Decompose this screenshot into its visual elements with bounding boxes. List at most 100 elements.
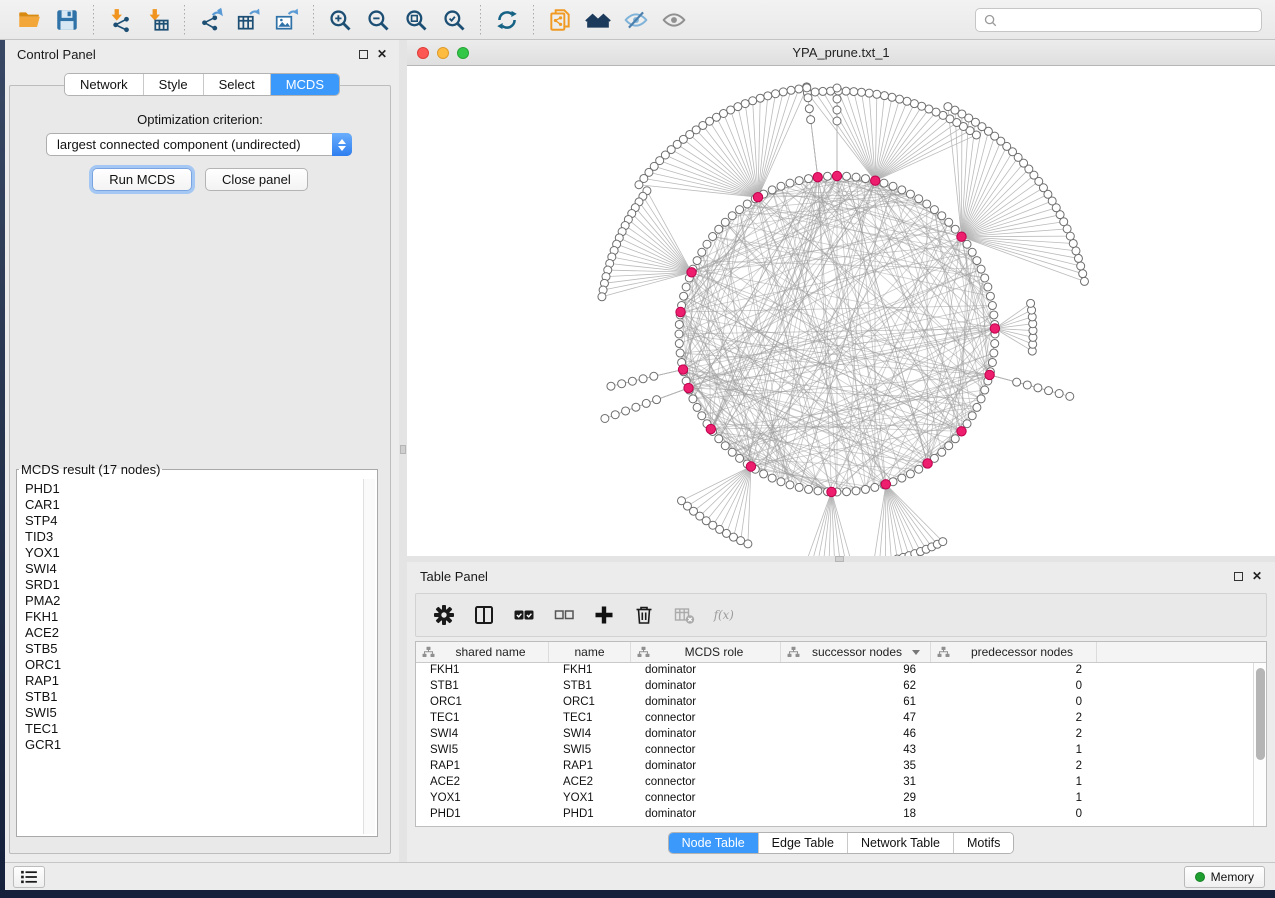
graph-node[interactable] xyxy=(777,478,785,486)
graph-node[interactable] xyxy=(944,103,952,111)
graph-node[interactable] xyxy=(611,411,619,419)
zoom-in-button[interactable] xyxy=(323,4,357,36)
result-scrollbar[interactable] xyxy=(363,479,375,834)
graph-node[interactable] xyxy=(945,218,953,226)
graph-node[interactable] xyxy=(680,292,688,300)
select-all-button[interactable] xyxy=(512,604,535,627)
mcds-result-item[interactable]: SWI5 xyxy=(25,705,363,721)
first-neighbors-button[interactable] xyxy=(581,4,615,36)
hide-selected-icon[interactable] xyxy=(619,4,653,36)
graph-node[interactable] xyxy=(973,257,981,265)
table-row[interactable]: YOX1YOX1connector291 xyxy=(416,791,1253,807)
export-table-button[interactable] xyxy=(232,4,266,36)
graph-hub-node[interactable] xyxy=(832,171,841,180)
tab-network-table[interactable]: Network Table xyxy=(847,833,953,853)
graph-node[interactable] xyxy=(814,487,822,495)
graph-node[interactable] xyxy=(865,89,873,97)
graph-node[interactable] xyxy=(861,485,869,493)
graph-node[interactable] xyxy=(795,177,803,185)
graph-node[interactable] xyxy=(1069,239,1077,247)
graph-node[interactable] xyxy=(910,100,918,108)
graph-node[interactable] xyxy=(622,407,630,415)
graph-hub-node[interactable] xyxy=(957,232,966,241)
graph-node[interactable] xyxy=(852,173,860,181)
mcds-result-item[interactable]: PHD1 xyxy=(25,481,363,497)
graph-node[interactable] xyxy=(639,375,647,383)
mcds-result-item[interactable]: GCR1 xyxy=(25,737,363,753)
graph-node[interactable] xyxy=(861,175,869,183)
graph-node[interactable] xyxy=(951,435,959,443)
graph-node[interactable] xyxy=(736,454,744,462)
graph-node[interactable] xyxy=(768,186,776,194)
graph-node[interactable] xyxy=(607,382,615,390)
graph-node[interactable] xyxy=(601,414,609,422)
close-panel-button[interactable]: Close panel xyxy=(205,168,308,191)
run-mcds-button[interactable]: Run MCDS xyxy=(92,168,192,191)
graph-node[interactable] xyxy=(1013,378,1021,386)
mcds-result-item[interactable]: CAR1 xyxy=(25,497,363,513)
splitter-grip[interactable] xyxy=(400,445,406,454)
graph-node[interactable] xyxy=(709,233,717,241)
close-panel-icon[interactable]: ✕ xyxy=(1252,570,1262,582)
mcds-result-item[interactable]: STP4 xyxy=(25,513,363,529)
graph-node[interactable] xyxy=(833,84,841,92)
delete-column-button[interactable] xyxy=(632,604,655,627)
zoom-out-button[interactable] xyxy=(361,4,395,36)
graph-node[interactable] xyxy=(819,87,827,95)
graph-hub-node[interactable] xyxy=(990,324,999,333)
graph-node[interactable] xyxy=(703,240,711,248)
graph-hub-node[interactable] xyxy=(684,383,693,392)
graph-node[interactable] xyxy=(977,265,985,273)
deselect-all-button[interactable] xyxy=(552,604,575,627)
graph-hub-node[interactable] xyxy=(746,462,755,471)
add-column-button[interactable] xyxy=(592,604,615,627)
graph-node[interactable] xyxy=(786,179,794,187)
graph-node[interactable] xyxy=(918,102,926,110)
graph-node[interactable] xyxy=(805,485,813,493)
graph-node[interactable] xyxy=(973,403,981,411)
graph-node[interactable] xyxy=(1027,299,1035,307)
graph-node[interactable] xyxy=(1080,277,1088,285)
import-network-button[interactable] xyxy=(103,4,137,36)
graph-node[interactable] xyxy=(951,225,959,233)
graph-node[interactable] xyxy=(768,474,776,482)
graph-node[interactable] xyxy=(698,412,706,420)
import-table-button[interactable] xyxy=(141,4,175,36)
graph-node[interactable] xyxy=(986,292,994,300)
criterion-select[interactable]: largest connected component (undirected) xyxy=(46,133,352,156)
column-header-predecessor-nodes[interactable]: predecessor nodes xyxy=(931,642,1097,662)
graph-node[interactable] xyxy=(857,88,865,96)
mcds-result-item[interactable]: STB1 xyxy=(25,689,363,705)
graph-node[interactable] xyxy=(728,212,736,220)
graph-node[interactable] xyxy=(675,320,683,328)
search-input[interactable] xyxy=(1003,13,1253,28)
column-header-mcds-role[interactable]: MCDS role xyxy=(631,642,781,662)
table-row[interactable]: FKH1FKH1dominator962 xyxy=(416,663,1253,679)
graph-node[interactable] xyxy=(743,200,751,208)
graph-node[interactable] xyxy=(930,206,938,214)
graph-node[interactable] xyxy=(923,200,931,208)
graph-node[interactable] xyxy=(898,474,906,482)
graph-node[interactable] xyxy=(682,283,690,291)
graph-node[interactable] xyxy=(850,88,858,96)
graph-node[interactable] xyxy=(756,94,764,102)
graph-node[interactable] xyxy=(1034,384,1042,392)
graph-node[interactable] xyxy=(779,88,787,96)
table-scrollbar[interactable] xyxy=(1253,663,1266,826)
graph-node[interactable] xyxy=(764,92,772,100)
column-header-shared-name[interactable]: shared name xyxy=(416,642,549,662)
graph-node[interactable] xyxy=(1045,387,1053,395)
tab-style[interactable]: Style xyxy=(143,74,203,95)
table-row[interactable]: SWI4SWI4dominator462 xyxy=(416,727,1253,743)
table-row[interactable]: ACE2ACE2connector311 xyxy=(416,775,1253,791)
graph-node[interactable] xyxy=(880,92,888,100)
mcds-result-item[interactable]: PMA2 xyxy=(25,593,363,609)
graph-node[interactable] xyxy=(896,95,904,103)
table-row[interactable]: RAP1RAP1dominator352 xyxy=(416,759,1253,775)
clone-network-button[interactable] xyxy=(543,4,577,36)
graph-node[interactable] xyxy=(795,85,803,93)
graph-node[interactable] xyxy=(760,470,768,478)
graph-node[interactable] xyxy=(991,340,999,348)
mcds-result-item[interactable]: FKH1 xyxy=(25,609,363,625)
column-header-name[interactable]: name xyxy=(549,642,631,662)
